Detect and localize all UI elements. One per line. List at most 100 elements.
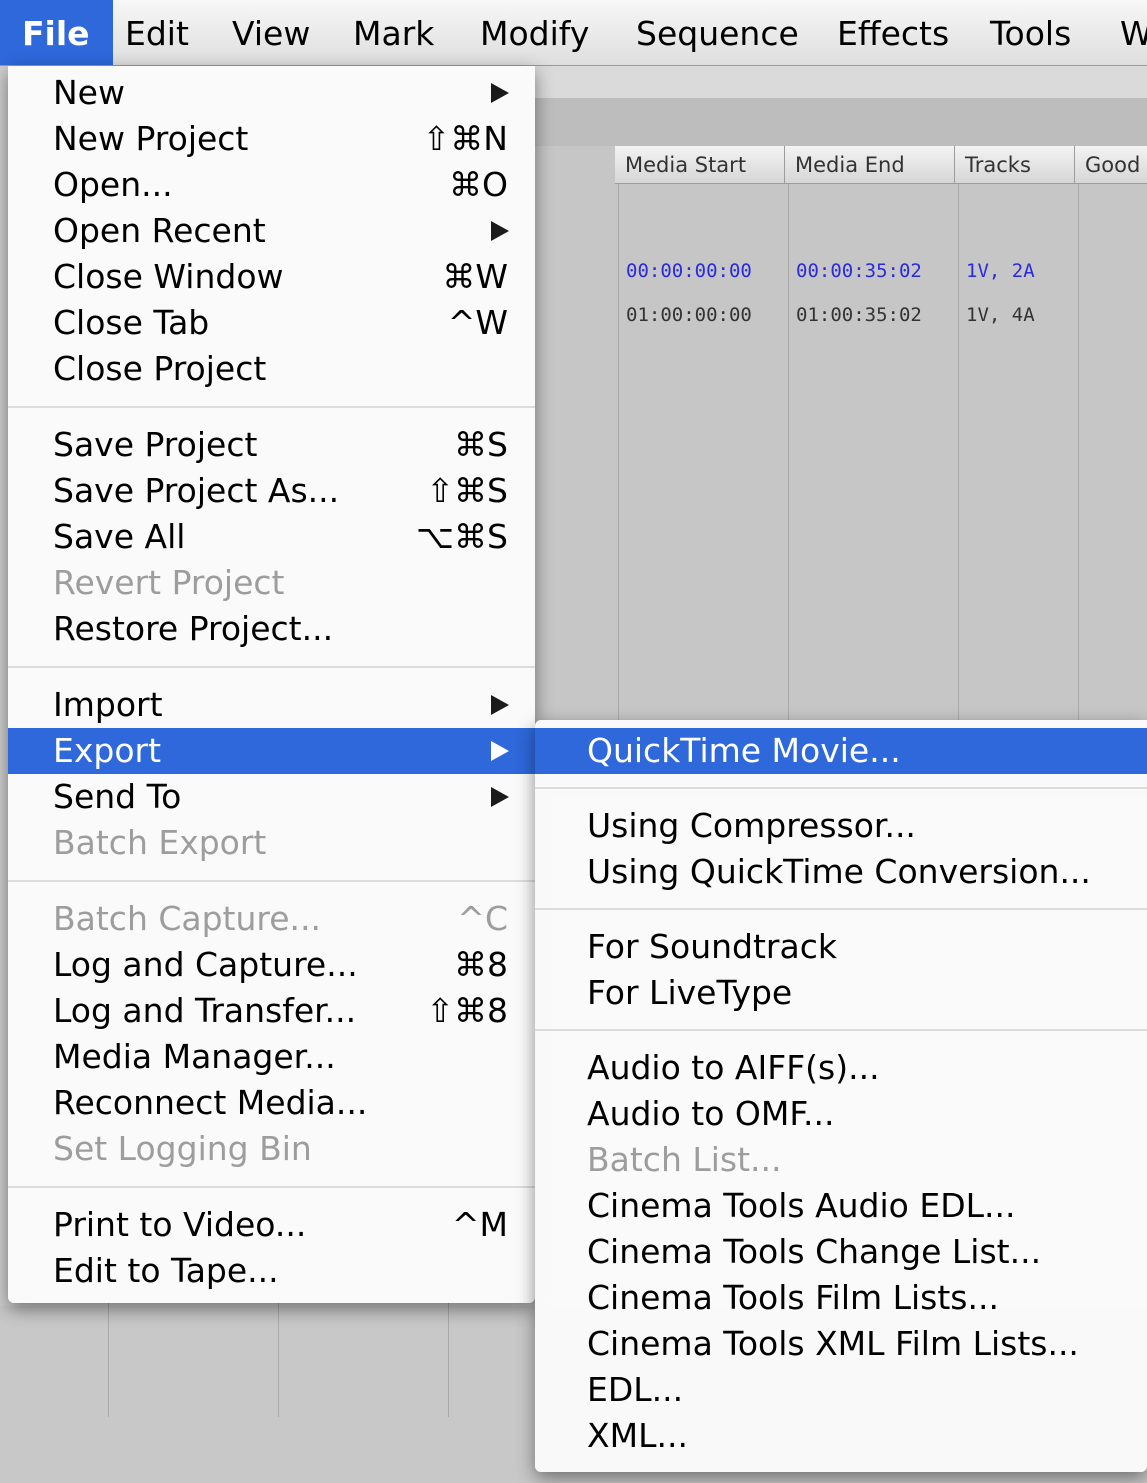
menu-item-export[interactable]: Export (8, 728, 535, 774)
menu-item-label: Cinema Tools Change List... (587, 1232, 1042, 1271)
menu-bar: File Edit View Mark Modify Sequence Effe… (0, 0, 1147, 66)
window-toolbar (535, 66, 1147, 99)
menu-item-label: Print to Video... (53, 1205, 307, 1244)
menu-item-label: Send To (53, 777, 182, 816)
column-header-media-start[interactable]: Media Start (615, 146, 785, 184)
menu-item-reconnect-media[interactable]: Reconnect Media... (8, 1080, 535, 1126)
export-submenu: QuickTime Movie... Using Compressor... U… (535, 720, 1147, 1472)
menu-item-label: Batch Capture... (53, 899, 322, 938)
menu-item-open[interactable]: Open... ⌘O (8, 162, 535, 208)
menu-item-label: Cinema Tools Audio EDL... (587, 1186, 1016, 1225)
column-divider (618, 184, 619, 796)
submenu-item-cinema-tools-xml-film-lists[interactable]: Cinema Tools XML Film Lists... (535, 1321, 1147, 1367)
submenu-item-quicktime-movie[interactable]: QuickTime Movie... (535, 728, 1147, 774)
menu-item-shortcut: ⇧⌘S (426, 471, 508, 510)
table-cell-media-end: 00:00:35:02 (796, 260, 922, 282)
submenu-item-using-quicktime-conversion[interactable]: Using QuickTime Conversion... (535, 849, 1147, 895)
menu-item-label: Cinema Tools Film Lists... (587, 1278, 999, 1317)
menu-item-label: Using Compressor... (587, 806, 916, 845)
submenu-item-xml[interactable]: XML... (535, 1413, 1147, 1459)
menu-item-close-window[interactable]: Close Window ⌘W (8, 254, 535, 300)
menu-item-restore-project[interactable]: Restore Project... (8, 606, 535, 652)
menu-item-save-project[interactable]: Save Project ⌘S (8, 422, 535, 468)
menu-file[interactable]: File (0, 0, 113, 65)
menu-item-label: Import (53, 685, 163, 724)
menu-item-shortcut: ⇧⌘N (422, 119, 508, 158)
menu-item-label: Cinema Tools XML Film Lists... (587, 1324, 1079, 1363)
menu-item-label: For LiveType (587, 973, 793, 1012)
menu-tools[interactable]: Tools (990, 0, 1071, 65)
column-header-good[interactable]: Good (1075, 146, 1147, 184)
menu-item-label: Save Project (53, 425, 258, 464)
submenu-arrow-icon (491, 83, 509, 103)
menu-sequence[interactable]: Sequence (636, 0, 799, 65)
menu-item-shortcut: ^W (447, 303, 508, 342)
column-header-media-end[interactable]: Media End (785, 146, 955, 184)
menu-item-label: New Project (53, 119, 249, 158)
menu-item-edit-to-tape[interactable]: Edit to Tape... (8, 1248, 535, 1294)
menu-effects[interactable]: Effects (837, 0, 949, 65)
menu-item-log-and-capture[interactable]: Log and Capture... ⌘8 (8, 942, 535, 988)
table-cell-media-start: 00:00:00:00 (626, 260, 752, 282)
menu-item-shortcut: ^C (457, 899, 508, 938)
submenu-item-edl[interactable]: EDL... (535, 1367, 1147, 1413)
menu-item-shortcut: ⌘W (442, 257, 508, 296)
table-cell-tracks: 1V, 4A (966, 304, 1035, 326)
menu-item-send-to[interactable]: Send To (8, 774, 535, 820)
submenu-item-for-soundtrack[interactable]: For Soundtrack (535, 924, 1147, 970)
menu-item-new[interactable]: New (8, 70, 535, 116)
menu-item-save-all[interactable]: Save All ⌥⌘S (8, 514, 535, 560)
menu-item-media-manager[interactable]: Media Manager... (8, 1034, 535, 1080)
menu-item-save-project-as[interactable]: Save Project As... ⇧⌘S (8, 468, 535, 514)
menu-item-label: Reconnect Media... (53, 1083, 368, 1122)
menu-item-batch-export: Batch Export (8, 820, 535, 866)
menu-item-label: Using QuickTime Conversion... (587, 852, 1091, 891)
menu-item-label: Open Recent (53, 211, 266, 250)
menu-item-label: Set Logging Bin (53, 1129, 312, 1168)
menu-item-import[interactable]: Import (8, 682, 535, 728)
menu-item-label: EDL... (587, 1370, 684, 1409)
menu-edit[interactable]: Edit (125, 0, 189, 65)
menu-item-label: Edit to Tape... (53, 1251, 279, 1290)
column-divider (1078, 184, 1079, 796)
submenu-arrow-icon (491, 695, 509, 715)
file-menu: New New Project ⇧⌘N Open... ⌘O Open Rece… (8, 66, 535, 1303)
submenu-arrow-icon (491, 741, 509, 761)
menu-mark[interactable]: Mark (353, 0, 434, 65)
menu-item-log-and-transfer[interactable]: Log and Transfer... ⇧⌘8 (8, 988, 535, 1034)
column-header-tracks[interactable]: Tracks (955, 146, 1075, 184)
menu-item-label: Close Window (53, 257, 284, 296)
menu-item-label: Media Manager... (53, 1037, 336, 1076)
submenu-item-cinema-tools-change-list[interactable]: Cinema Tools Change List... (535, 1229, 1147, 1275)
menu-item-close-tab[interactable]: Close Tab ^W (8, 300, 535, 346)
menu-item-shortcut: ⌥⌘S (416, 517, 508, 556)
menu-modify[interactable]: Modify (480, 0, 589, 65)
submenu-item-using-compressor[interactable]: Using Compressor... (535, 803, 1147, 849)
submenu-item-audio-to-omf[interactable]: Audio to OMF... (535, 1091, 1147, 1137)
submenu-item-cinema-tools-audio-edl[interactable]: Cinema Tools Audio EDL... (535, 1183, 1147, 1229)
menu-item-label: Export (53, 731, 162, 770)
menu-item-print-to-video[interactable]: Print to Video... ^M (8, 1202, 535, 1248)
menu-item-close-project[interactable]: Close Project (8, 346, 535, 392)
menu-item-revert-project: Revert Project (8, 560, 535, 606)
menu-separator (8, 406, 535, 408)
menu-item-label: Open... (53, 165, 173, 204)
menu-separator (535, 908, 1147, 910)
submenu-item-for-livetype[interactable]: For LiveType (535, 970, 1147, 1016)
menu-item-shortcut: ⌘O (449, 165, 508, 204)
menu-item-label: Audio to AIFF(s)... (587, 1048, 880, 1087)
menu-view[interactable]: View (232, 0, 310, 65)
menu-item-set-logging-bin: Set Logging Bin (8, 1126, 535, 1172)
submenu-item-audio-to-aiff[interactable]: Audio to AIFF(s)... (535, 1045, 1147, 1091)
menu-item-label: Log and Transfer... (53, 991, 357, 1030)
menu-item-new-project[interactable]: New Project ⇧⌘N (8, 116, 535, 162)
menu-item-label: Batch List... (587, 1140, 782, 1179)
menu-item-label: For Soundtrack (587, 927, 837, 966)
menu-window[interactable]: W (1120, 0, 1147, 65)
column-divider (788, 184, 789, 796)
menu-item-open-recent[interactable]: Open Recent (8, 208, 535, 254)
submenu-item-cinema-tools-film-lists[interactable]: Cinema Tools Film Lists... (535, 1275, 1147, 1321)
menu-item-shortcut: ⇧⌘8 (426, 991, 508, 1030)
menu-item-label: Save Project As... (53, 471, 340, 510)
table-cell-tracks: 1V, 2A (966, 260, 1035, 282)
